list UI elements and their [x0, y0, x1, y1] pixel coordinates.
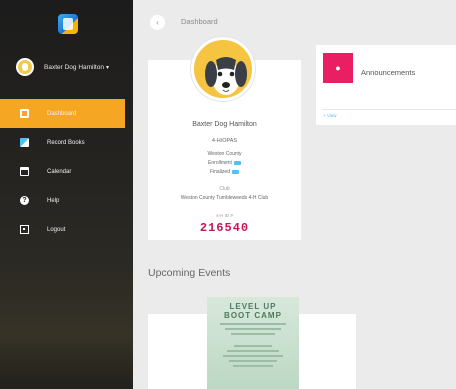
profile-name: Baxter Dog Hamilton — [192, 121, 257, 128]
flyer-text-line — [227, 350, 279, 352]
back-button[interactable]: ‹ — [150, 15, 165, 30]
sidebar-item-logout[interactable]: Logout — [0, 215, 133, 244]
club-name: Weston County Tumbleweeds 4-H Club — [180, 195, 269, 201]
club-label: Club — [219, 186, 230, 192]
sidebar: Baxter Dog Hamilton ▾ Dashboard Record B… — [0, 0, 133, 389]
user-name: Baxter Dog Hamilton — [44, 63, 104, 71]
profile-county: Weston County — [207, 151, 242, 157]
sidebar-item-record-books[interactable]: Record Books — [0, 128, 133, 157]
member-id-label: 4-H ID # — [216, 213, 233, 218]
status-badge — [233, 160, 241, 165]
flyer-text-line — [233, 365, 273, 367]
flyer-text-line — [234, 345, 272, 347]
upcoming-events-title: Upcoming Events — [148, 267, 231, 279]
sidebar-item-label: Record Books — [47, 139, 85, 146]
flyer-title-line-2: BOOT CAMP — [224, 311, 282, 320]
user-menu[interactable]: Baxter Dog Hamilton ▾ — [16, 58, 109, 76]
logout-icon — [20, 225, 29, 234]
sidebar-nav: Dashboard Record Books Calendar ? Help L… — [0, 99, 133, 244]
bell-icon: ● — [323, 53, 353, 83]
enrollment-label: Enrollment — [208, 160, 232, 166]
sidebar-item-label: Logout — [47, 226, 66, 233]
book-icon — [20, 138, 29, 147]
flyer-text-line — [220, 323, 286, 325]
flyer-text-line — [225, 328, 281, 330]
chevron-down-icon: ▾ — [105, 64, 109, 71]
sidebar-item-label: Dashboard — [47, 110, 77, 117]
flyer-text-line — [231, 333, 275, 335]
member-id: 216540 — [199, 221, 250, 235]
view-announcements-link[interactable]: + View — [323, 113, 337, 118]
flyer-text-line — [223, 355, 283, 357]
profile-finalized: Finalized — [148, 169, 301, 175]
sidebar-item-dashboard[interactable]: Dashboard — [0, 99, 125, 128]
user-avatar — [16, 58, 34, 76]
divider — [322, 109, 456, 110]
calendar-icon — [20, 167, 29, 176]
sidebar-item-calendar[interactable]: Calendar — [0, 157, 133, 186]
profile-enrollment: Enrollment — [148, 160, 301, 166]
status-badge — [232, 169, 239, 174]
announcements-title: Announcements — [361, 68, 416, 77]
dashboard-icon — [20, 109, 29, 118]
flyer-text-line — [229, 360, 277, 362]
event-flyer[interactable]: LEVEL UP BOOT CAMP — [207, 297, 299, 389]
sidebar-background — [0, 269, 133, 389]
app-logo-icon[interactable] — [58, 14, 78, 34]
sidebar-item-label: Calendar — [47, 168, 72, 175]
profile-role: 4-H/OPAS — [211, 138, 238, 144]
sidebar-item-label: Help — [47, 197, 60, 204]
sidebar-item-help[interactable]: ? Help — [0, 186, 133, 215]
breadcrumb: Dashboard — [181, 17, 218, 26]
top-bar: ‹ Dashboard — [133, 0, 456, 40]
help-icon: ? — [20, 196, 29, 205]
dog-avatar — [191, 37, 255, 101]
flyer-title-line-1: LEVEL UP — [229, 302, 277, 311]
finalized-label: Finalized — [209, 169, 230, 175]
